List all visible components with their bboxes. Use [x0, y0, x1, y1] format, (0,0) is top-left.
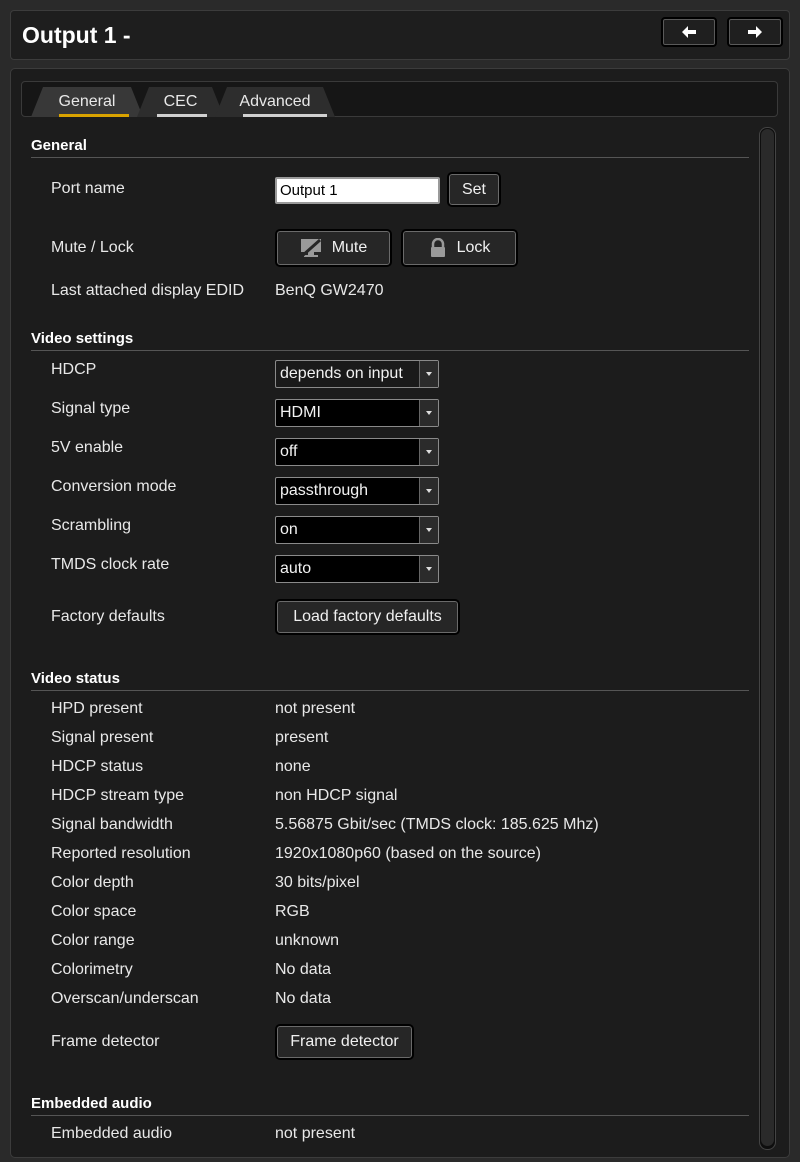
- hdcp-label: HDCP: [51, 361, 97, 378]
- conversion-mode-select[interactable]: passthrough: [275, 477, 439, 505]
- arrow-left-icon: [682, 26, 696, 38]
- frame-detector-button-label: Frame detector: [290, 1033, 399, 1050]
- section-divider: [31, 350, 749, 351]
- status-label: HDCP stream type: [51, 787, 185, 804]
- scrambling-select[interactable]: on: [275, 516, 439, 544]
- lock-button-label: Lock: [456, 239, 491, 256]
- chevron-down-icon: [419, 478, 438, 504]
- tab-general[interactable]: General: [31, 87, 143, 117]
- vertical-scrollbar[interactable]: [759, 127, 776, 1150]
- load-factory-defaults-label: Load factory defaults: [293, 608, 442, 625]
- status-value: present: [275, 729, 329, 746]
- embedded-audio-value: not present: [275, 1125, 356, 1142]
- five-v-label: 5V enable: [51, 439, 124, 456]
- chevron-down-icon: [419, 517, 438, 543]
- status-label: Overscan/underscan: [51, 990, 199, 1007]
- section-title-video-settings: Video settings: [31, 330, 134, 347]
- set-port-name-button[interactable]: Set: [447, 172, 501, 207]
- lock-icon: [430, 238, 445, 257]
- hdcp-select[interactable]: depends on input: [275, 360, 439, 388]
- chevron-down-icon: [419, 556, 438, 582]
- section-divider: [31, 1115, 749, 1116]
- mute-lock-label: Mute / Lock: [51, 239, 134, 256]
- tab-advanced-label: Advanced: [239, 93, 311, 110]
- status-label: Signal bandwidth: [51, 816, 173, 833]
- status-label: Color range: [51, 932, 135, 949]
- status-label: HDCP status: [51, 758, 144, 775]
- mute-button-label: Mute: [331, 239, 368, 256]
- chevron-down-icon: [419, 361, 438, 387]
- lock-button[interactable]: Lock: [401, 229, 518, 267]
- status-value: 1920x1080p60 (based on the source): [275, 845, 541, 862]
- status-value: none: [275, 758, 311, 775]
- status-value: unknown: [275, 932, 340, 949]
- output-panel: General CEC Advanced General Port name S…: [10, 68, 790, 1158]
- chevron-down-icon: [419, 400, 438, 426]
- output-header: Output 1 -: [10, 10, 790, 60]
- five-v-selected-value: off: [280, 443, 298, 460]
- next-output-button[interactable]: [727, 17, 783, 47]
- edid-value: BenQ GW2470: [275, 282, 384, 299]
- factory-defaults-label: Factory defaults: [51, 608, 165, 625]
- tab-cec[interactable]: CEC: [137, 87, 224, 117]
- chevron-down-icon: [419, 439, 438, 465]
- edid-label: Last attached display EDID: [51, 282, 244, 299]
- page-title: Output 1 -: [22, 22, 131, 48]
- conversion-mode-selected-value: passthrough: [280, 482, 369, 499]
- status-label: Colorimetry: [51, 961, 133, 978]
- status-value: No data: [275, 990, 332, 1007]
- tab-general-label: General: [58, 93, 116, 110]
- tmds-clock-selected-value: auto: [280, 560, 312, 577]
- status-value: RGB: [275, 903, 310, 920]
- port-name-label: Port name: [51, 180, 125, 197]
- status-label: Color depth: [51, 874, 134, 891]
- signal-type-select[interactable]: HDMI: [275, 399, 439, 427]
- conversion-mode-label: Conversion mode: [51, 478, 177, 495]
- status-value: No data: [275, 961, 332, 978]
- previous-output-button[interactable]: [661, 17, 717, 47]
- load-factory-defaults-button[interactable]: Load factory defaults: [275, 599, 460, 635]
- status-label: Reported resolution: [51, 845, 191, 862]
- set-button-label: Set: [461, 180, 486, 198]
- general-tab-content: General Port name Set Mute / Lock Mute L…: [11, 117, 756, 1157]
- section-divider: [31, 157, 749, 158]
- tab-cec-label: CEC: [163, 93, 198, 110]
- hdcp-selected-value: depends on input: [280, 365, 403, 382]
- tmds-clock-select[interactable]: auto: [275, 555, 439, 583]
- port-name-input[interactable]: [275, 177, 440, 204]
- frame-detector-button[interactable]: Frame detector: [275, 1024, 414, 1060]
- mute-button[interactable]: Mute: [275, 229, 392, 267]
- scrambling-label: Scrambling: [51, 517, 132, 534]
- section-title-video-status: Video status: [31, 670, 120, 687]
- status-label: HPD present: [51, 700, 143, 717]
- scrollbar-thumb[interactable]: [761, 129, 774, 1146]
- status-value: 5.56875 Gbit/sec (TMDS clock: 185.625 Mh…: [275, 816, 599, 833]
- muted-display-icon: [300, 238, 321, 258]
- status-label: Signal present: [51, 729, 154, 746]
- status-label: Color space: [51, 903, 137, 920]
- section-title-embedded-audio: Embedded audio: [31, 1095, 152, 1112]
- tab-advanced[interactable]: Advanced: [215, 87, 335, 117]
- frame-detector-label: Frame detector: [51, 1033, 160, 1050]
- status-value: 30 bits/pixel: [275, 874, 360, 891]
- section-title-general: General: [31, 137, 87, 154]
- embedded-audio-label: Embedded audio: [51, 1125, 172, 1142]
- tab-bar: General CEC Advanced: [21, 81, 778, 117]
- status-value: not present: [275, 700, 356, 717]
- signal-type-label: Signal type: [51, 400, 131, 417]
- scrambling-selected-value: on: [280, 521, 298, 538]
- five-v-select[interactable]: off: [275, 438, 439, 466]
- signal-type-selected-value: HDMI: [280, 404, 321, 421]
- section-divider: [31, 690, 749, 691]
- tmds-clock-label: TMDS clock rate: [51, 556, 170, 573]
- status-value: non HDCP signal: [275, 787, 398, 804]
- arrow-right-icon: [748, 26, 762, 38]
